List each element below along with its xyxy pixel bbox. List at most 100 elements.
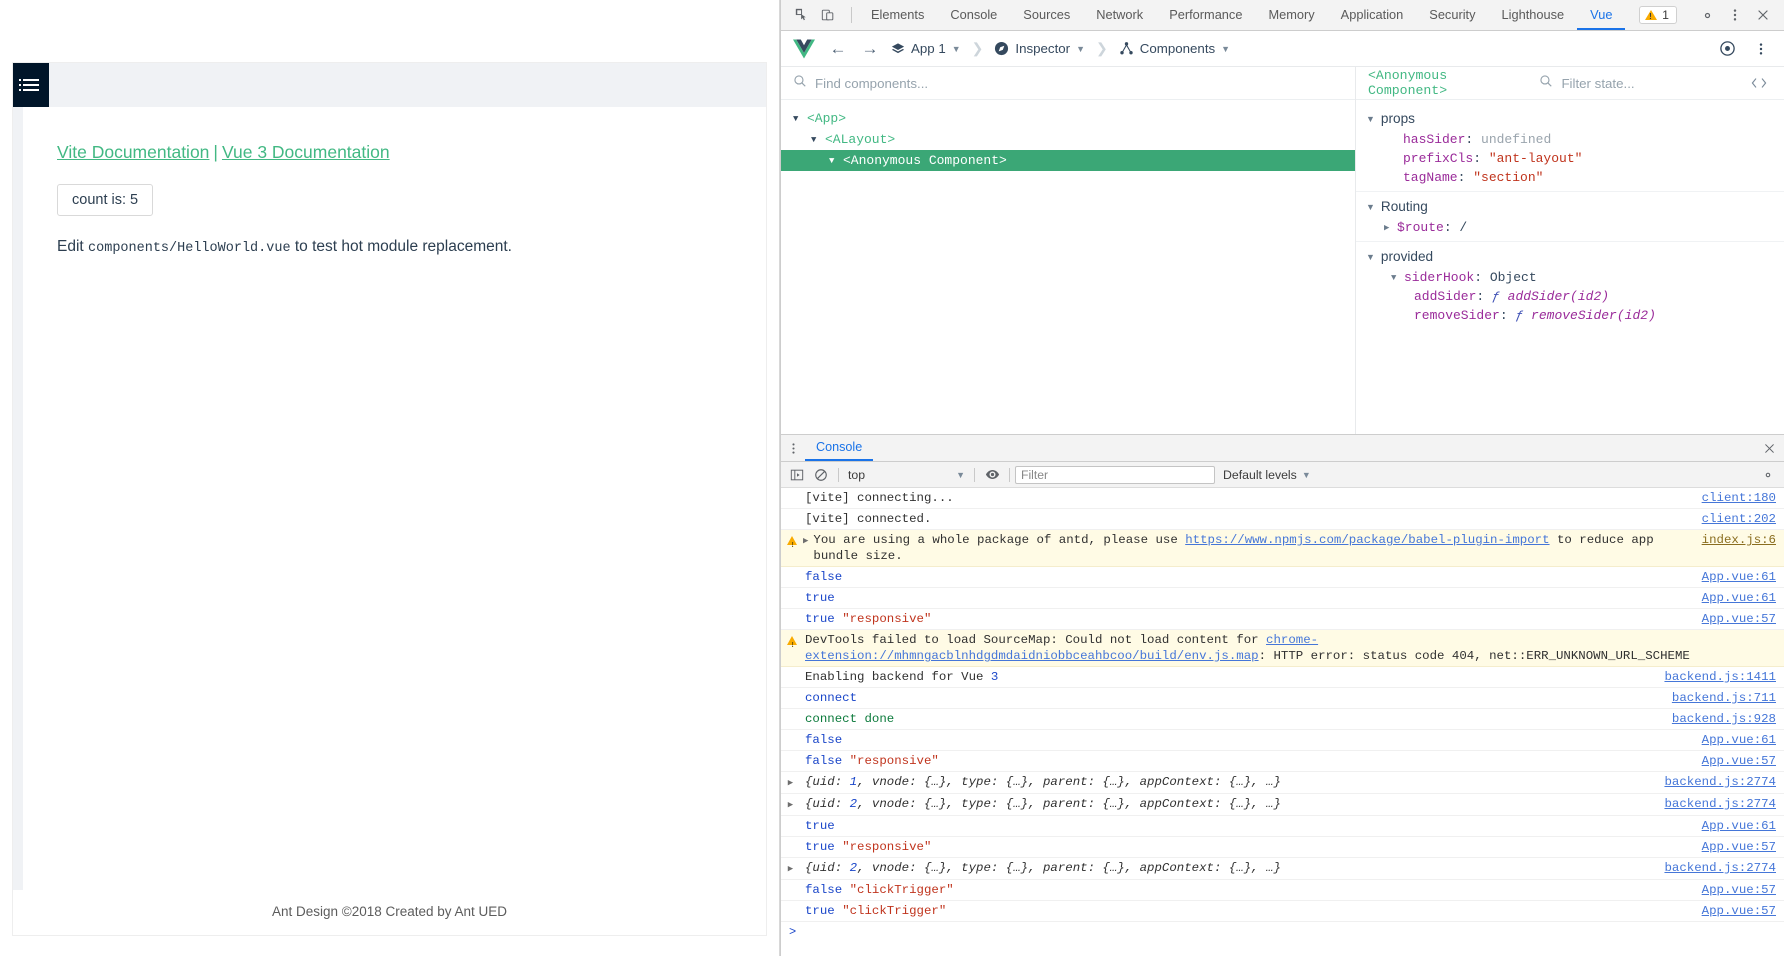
- counter-button[interactable]: count is: 5: [57, 184, 153, 216]
- state-row[interactable]: ▼siderHook: Object: [1356, 268, 1784, 287]
- device-toolbar-icon[interactable]: [817, 4, 839, 26]
- console-source-link[interactable]: App.vue:57: [1688, 611, 1776, 627]
- chevron-collapsed-icon[interactable]: ▶: [788, 797, 793, 813]
- console-context-select[interactable]: top ▼: [844, 468, 969, 482]
- open-in-editor-icon[interactable]: [1746, 71, 1772, 95]
- state-row[interactable]: prefixCls: "ant-layout": [1356, 149, 1784, 168]
- console-row[interactable]: true "responsive" App.vue:57: [781, 609, 1784, 630]
- select-component-icon[interactable]: [1714, 37, 1740, 61]
- console-source-link[interactable]: backend.js:1411: [1650, 669, 1776, 685]
- tree-node-app[interactable]: ▼ <App>: [781, 108, 1355, 129]
- console-row[interactable]: ▶ {uid: 2, vnode: {…}, type: {…}, parent…: [781, 858, 1784, 880]
- chevron-expanded-icon[interactable]: ▼: [1366, 114, 1375, 124]
- console-row[interactable]: true "responsive" App.vue:57: [781, 837, 1784, 858]
- console-source-link[interactable]: backend.js:2774: [1650, 774, 1776, 790]
- console-row[interactable]: connect done backend.js:928: [781, 709, 1784, 730]
- tab-memory[interactable]: Memory: [1255, 0, 1327, 30]
- state-row[interactable]: addSider: ƒ addSider(id2): [1356, 287, 1784, 306]
- tab-application[interactable]: Application: [1328, 0, 1417, 30]
- tab-lighthouse[interactable]: Lighthouse: [1489, 0, 1578, 30]
- console-source-link[interactable]: App.vue:57: [1688, 903, 1776, 919]
- vite-documentation-link[interactable]: Vite Documentation: [57, 142, 209, 162]
- console-row[interactable]: Enabling backend for Vue 3 backend.js:14…: [781, 667, 1784, 688]
- state-group-header[interactable]: ▼ Routing: [1356, 195, 1784, 218]
- tab-console[interactable]: Console: [937, 0, 1010, 30]
- tab-sources[interactable]: Sources: [1010, 0, 1083, 30]
- console-row[interactable]: true "clickTrigger" App.vue:57: [781, 901, 1784, 922]
- console-source-link[interactable]: App.vue:57: [1688, 753, 1776, 769]
- console-log-levels-select[interactable]: Default levels ▼: [1215, 468, 1319, 482]
- state-row[interactable]: tagName: "section": [1356, 168, 1784, 187]
- console-prompt-row[interactable]: >: [781, 922, 1784, 942]
- console-row[interactable]: false "responsive" App.vue:57: [781, 751, 1784, 772]
- gear-icon[interactable]: [1756, 465, 1780, 485]
- breadcrumb-components[interactable]: Components ▼: [1119, 41, 1230, 56]
- chevron-collapsed-icon[interactable]: ▶: [1384, 223, 1397, 233]
- console-row[interactable]: false App.vue:61: [781, 730, 1784, 751]
- inspect-element-icon[interactable]: [791, 4, 813, 26]
- msg-link[interactable]: https://www.npmjs.com/package/babel-plug…: [1185, 533, 1549, 547]
- kebab-menu-icon[interactable]: [1748, 37, 1774, 61]
- tab-performance[interactable]: Performance: [1156, 0, 1255, 30]
- chevron-expanded-icon[interactable]: ▼: [1366, 252, 1375, 262]
- breadcrumb-app[interactable]: App 1 ▼: [891, 41, 961, 56]
- tree-node-alayout[interactable]: ▼ <ALayout>: [781, 129, 1355, 150]
- tab-vue[interactable]: Vue: [1577, 0, 1625, 30]
- chevron-collapsed-icon[interactable]: ▶: [788, 861, 793, 877]
- console-row[interactable]: false App.vue:61: [781, 567, 1784, 588]
- breadcrumb-inspector[interactable]: Inspector ▼: [994, 41, 1085, 56]
- clear-console-icon[interactable]: [809, 465, 833, 485]
- state-group-header[interactable]: ▼ props: [1356, 107, 1784, 130]
- vue-documentation-link[interactable]: Vue 3 Documentation: [222, 142, 390, 162]
- chevron-expanded-icon[interactable]: ▼: [793, 114, 807, 124]
- nav-back-button[interactable]: ←: [827, 39, 849, 59]
- tab-elements[interactable]: Elements: [858, 0, 937, 30]
- console-source-link[interactable]: App.vue:61: [1688, 818, 1776, 834]
- console-source-link[interactable]: App.vue:61: [1688, 732, 1776, 748]
- tree-node-anonymous-component[interactable]: ▼ <Anonymous Component>: [781, 150, 1355, 171]
- console-row[interactable]: [vite] connecting... client:180: [781, 488, 1784, 509]
- console-source-link[interactable]: App.vue:61: [1688, 569, 1776, 585]
- console-row[interactable]: [vite] connected. client:202: [781, 509, 1784, 530]
- console-source-link[interactable]: backend.js:2774: [1650, 796, 1776, 812]
- console-source-link[interactable]: App.vue:57: [1688, 839, 1776, 855]
- kebab-menu-icon[interactable]: [781, 435, 805, 461]
- warning-count-badge[interactable]: 1: [1639, 6, 1677, 24]
- console-row-warning[interactable]: DevTools failed to load SourceMap: Could…: [781, 630, 1784, 667]
- sidebar-toggle[interactable]: [13, 63, 49, 107]
- chevron-collapsed-icon[interactable]: ▶: [803, 533, 808, 549]
- console-source-link[interactable]: client:202: [1688, 511, 1776, 527]
- chevron-expanded-icon[interactable]: ▼: [811, 135, 825, 145]
- chevron-collapsed-icon[interactable]: ▶: [788, 775, 793, 791]
- console-source-link[interactable]: backend.js:928: [1658, 711, 1776, 727]
- state-row[interactable]: removeSider: ƒ removeSider(id2): [1356, 306, 1784, 325]
- tab-security[interactable]: Security: [1416, 0, 1488, 30]
- close-icon[interactable]: [1750, 3, 1776, 27]
- console-source-link[interactable]: App.vue:57: [1688, 882, 1776, 898]
- console-source-link[interactable]: App.vue:61: [1688, 590, 1776, 606]
- console-filter-input[interactable]: [1021, 468, 1209, 482]
- console-source-link[interactable]: index.js:6: [1688, 532, 1776, 548]
- console-row[interactable]: true App.vue:61: [781, 588, 1784, 609]
- console-row[interactable]: true App.vue:61: [781, 816, 1784, 837]
- state-row[interactable]: ▶$route: /: [1356, 218, 1784, 237]
- console-source-link[interactable]: backend.js:2774: [1650, 860, 1776, 876]
- console-source-link[interactable]: backend.js:711: [1658, 690, 1776, 706]
- nav-forward-button[interactable]: →: [859, 39, 881, 59]
- console-row-warning[interactable]: ▶ You are using a whole package of antd,…: [781, 530, 1784, 567]
- console-sidebar-icon[interactable]: [785, 465, 809, 485]
- console-row[interactable]: ▶ {uid: 1, vnode: {…}, type: {…}, parent…: [781, 772, 1784, 794]
- state-filter-input[interactable]: [1561, 76, 1738, 91]
- console-row[interactable]: false "clickTrigger" App.vue:57: [781, 880, 1784, 901]
- console-row[interactable]: connect backend.js:711: [781, 688, 1784, 709]
- live-expression-icon[interactable]: [980, 465, 1004, 485]
- chevron-expanded-icon[interactable]: ▼: [829, 156, 843, 166]
- kebab-menu-icon[interactable]: [1722, 3, 1748, 27]
- component-search-input[interactable]: [815, 76, 1343, 91]
- console-source-link[interactable]: client:180: [1688, 490, 1776, 506]
- state-row[interactable]: hasSider: undefined: [1356, 130, 1784, 149]
- console-row[interactable]: ▶ {uid: 2, vnode: {…}, type: {…}, parent…: [781, 794, 1784, 816]
- chevron-expanded-icon[interactable]: ▼: [1391, 273, 1404, 283]
- state-group-header[interactable]: ▼ provided: [1356, 245, 1784, 268]
- close-icon[interactable]: [1754, 435, 1784, 461]
